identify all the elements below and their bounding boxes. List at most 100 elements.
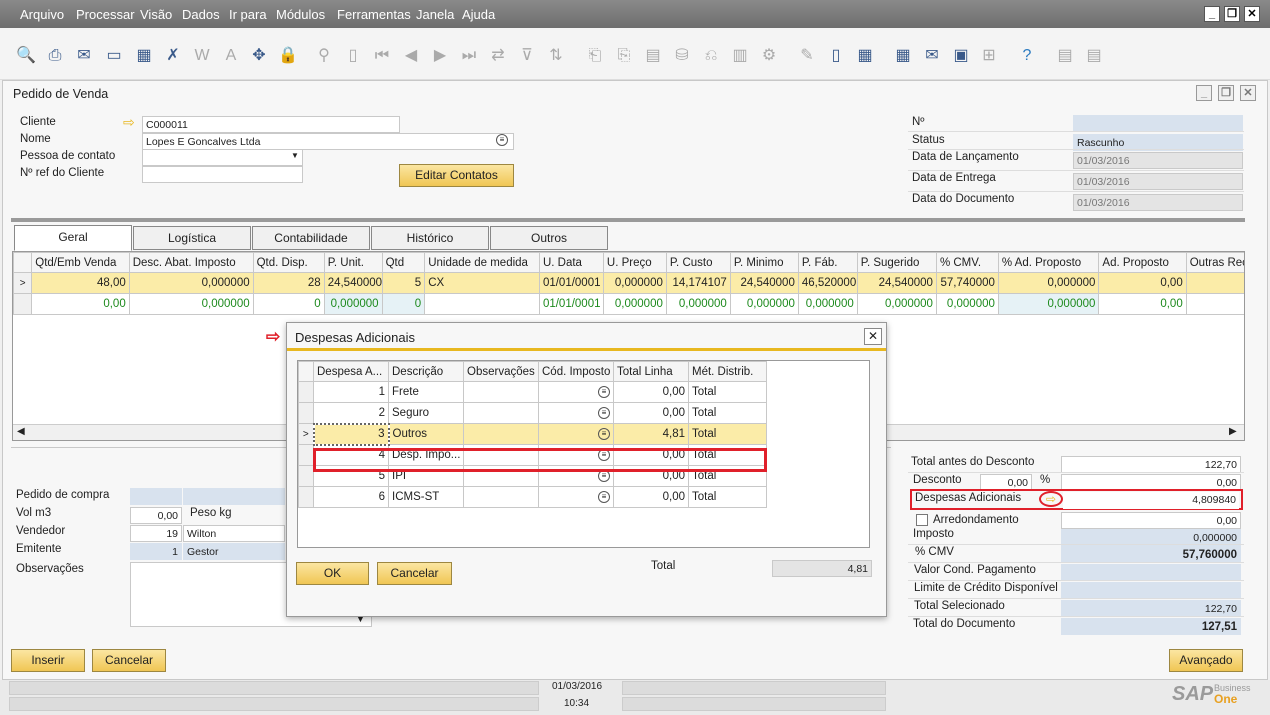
col-cmv[interactable]: % CMV. xyxy=(935,252,999,273)
table-row[interactable]: 0,00 0,000000 0 0,000000 0 01/01/0001 0,… xyxy=(13,293,1244,315)
scroll-right-icon[interactable]: ▶ xyxy=(1229,426,1237,437)
col-u-preco[interactable]: U. Preço xyxy=(602,252,667,273)
messages-icon[interactable]: ✉ xyxy=(922,46,942,66)
menu-janela[interactable]: Janela xyxy=(416,7,454,22)
payment-icon[interactable]: ⛁ xyxy=(672,46,692,66)
list-icon[interactable]: ≡ xyxy=(538,486,614,508)
form-settings-icon[interactable]: ▦ xyxy=(855,46,875,66)
table-cell[interactable]: 0,000000 xyxy=(128,293,254,315)
vendedor-code[interactable]: 19 xyxy=(130,525,182,542)
table-cell[interactable] xyxy=(463,423,539,445)
table-cell[interactable]: 2 xyxy=(313,402,389,424)
lock-icon[interactable]: 🔒 xyxy=(278,46,298,66)
org-chart-icon[interactable]: ⊞ xyxy=(979,46,999,66)
help-icon[interactable]: ? xyxy=(1017,46,1037,66)
table-cell[interactable]: 0,000000 xyxy=(997,272,1100,294)
print-icon[interactable]: ⎙ xyxy=(45,46,65,66)
col-u-data[interactable]: U. Data xyxy=(538,252,604,273)
col-descricao[interactable]: Descrição xyxy=(388,361,464,382)
table-cell[interactable]: 0 xyxy=(252,293,325,315)
table-cell[interactable] xyxy=(463,381,539,403)
list-icon[interactable]: ≡ xyxy=(538,381,614,403)
arredondamento-value[interactable]: 0,00 xyxy=(1061,512,1241,529)
col-qtd-emb[interactable]: Qtd/Emb Venda xyxy=(31,252,130,273)
table-cell[interactable]: 0,00 xyxy=(31,293,130,315)
journal-icon[interactable]: ▥ xyxy=(730,46,750,66)
excel-icon[interactable]: ✗ xyxy=(163,46,183,66)
table-cell[interactable]: 0 xyxy=(381,293,426,315)
table-cell[interactable]: Frete xyxy=(388,381,464,403)
menu-dados[interactable]: Dados xyxy=(182,7,220,22)
table-cell[interactable]: 01/01/0001 xyxy=(538,293,604,315)
table-cell[interactable]: 6 xyxy=(313,486,389,508)
table-cell[interactable]: 48,00 xyxy=(31,272,130,294)
table-cell[interactable]: 0,00 xyxy=(613,381,689,403)
minimize-app-icon[interactable]: _ xyxy=(1204,6,1220,22)
table-cell[interactable] xyxy=(1185,293,1244,315)
table-cell[interactable] xyxy=(424,293,540,315)
table-cell[interactable]: 1 xyxy=(313,381,389,403)
table-cell[interactable]: 57,740000 xyxy=(935,272,999,294)
vendedor-name[interactable]: Wilton xyxy=(183,525,285,542)
row-selector-icon[interactable]: > xyxy=(298,423,314,445)
table-cell[interactable]: 0,000000 xyxy=(856,293,937,315)
valor-cond-value[interactable] xyxy=(1061,564,1241,581)
splitter[interactable] xyxy=(11,218,1245,222)
tab-historico[interactable]: Histórico xyxy=(371,226,489,250)
col-qtd[interactable]: Qtd xyxy=(381,252,426,273)
menu-arquivo[interactable]: Arquivo xyxy=(20,7,64,22)
nome-field[interactable]: Lopes E Goncalves Ltda xyxy=(142,133,514,150)
menu-ferramentas[interactable]: Ferramentas xyxy=(337,7,411,22)
col-unidade[interactable]: Unidade de medida xyxy=(424,252,540,273)
find-icon[interactable]: ⚲ xyxy=(314,46,334,66)
table-cell[interactable]: Total xyxy=(688,486,767,508)
dialog-total-value[interactable]: 4,81 xyxy=(772,560,872,577)
restore-app-icon[interactable]: ❐ xyxy=(1224,6,1240,22)
cmv-value[interactable]: 57,760000 xyxy=(1061,546,1241,563)
calculator-icon[interactable]: ▣ xyxy=(951,46,971,66)
document-settings-icon[interactable]: ▯ xyxy=(826,46,846,66)
inserir-button[interactable]: Inserir xyxy=(11,649,85,672)
table-cell[interactable]: 0,000000 xyxy=(128,272,254,294)
vol-field[interactable]: 0,00 xyxy=(130,507,182,524)
sms-icon[interactable]: ▭ xyxy=(104,46,124,66)
table-cell[interactable]: 0,00 xyxy=(1098,272,1187,294)
col-p-minimo[interactable]: P. Minimo xyxy=(729,252,799,273)
base-document-icon[interactable]: ⎗ xyxy=(585,46,605,66)
total-documento-value[interactable]: 127,51 xyxy=(1061,618,1241,635)
table-cell[interactable]: 0,000000 xyxy=(729,293,799,315)
link-arrow-icon[interactable]: ⇨ xyxy=(123,114,135,131)
relationship-map-icon[interactable]: ⎌ xyxy=(701,46,721,66)
target-document-icon[interactable]: ⎘ xyxy=(614,46,634,66)
filter-icon[interactable]: ⊽ xyxy=(517,46,537,66)
preview-icon[interactable]: 🔍 xyxy=(16,46,36,66)
table-cell[interactable]: 46,520000 xyxy=(797,272,858,294)
previous-record-icon[interactable]: ◀ xyxy=(401,46,421,66)
cliente-field[interactable]: C000011 xyxy=(142,116,400,133)
table-cell[interactable]: 14,174107 xyxy=(665,272,731,294)
data-documento-field[interactable]: 01/03/2016 xyxy=(1073,194,1243,211)
table-cell[interactable]: 0,00 xyxy=(613,402,689,424)
ref-cliente-field[interactable] xyxy=(142,166,303,183)
table-cell[interactable]: 0,00 xyxy=(613,486,689,508)
table-cell[interactable]: ICMS-ST xyxy=(388,486,464,508)
col-total-linha[interactable]: Total Linha xyxy=(613,361,689,382)
col-observacoes[interactable]: Observações xyxy=(463,361,539,382)
table-cell[interactable]: 3 xyxy=(312,422,390,446)
first-record-icon[interactable]: ⏮ xyxy=(372,46,392,66)
fax-icon[interactable]: ▦ xyxy=(134,46,154,66)
email-icon[interactable]: ✉ xyxy=(74,46,94,66)
despesas-value[interactable]: 4,809840 xyxy=(1063,492,1239,509)
table-cell[interactable]: 24,540000 xyxy=(856,272,937,294)
menu-processar[interactable]: Processar xyxy=(76,7,135,22)
limite-credito-value[interactable] xyxy=(1061,582,1241,599)
maximize-window-icon[interactable]: ❐ xyxy=(1218,85,1234,101)
numero-field[interactable] xyxy=(1073,115,1243,132)
data-lancamento-field[interactable]: 01/03/2016 xyxy=(1073,152,1243,169)
pessoa-contato-dropdown[interactable] xyxy=(142,149,303,166)
table-cell[interactable]: 0,000000 xyxy=(797,293,858,315)
table-cell[interactable]: 0,000000 xyxy=(997,293,1100,315)
table-cell[interactable]: 01/01/0001 xyxy=(538,272,604,294)
close-icon[interactable]: ✕ xyxy=(864,328,882,345)
table-cell[interactable]: 0,000000 xyxy=(602,272,667,294)
